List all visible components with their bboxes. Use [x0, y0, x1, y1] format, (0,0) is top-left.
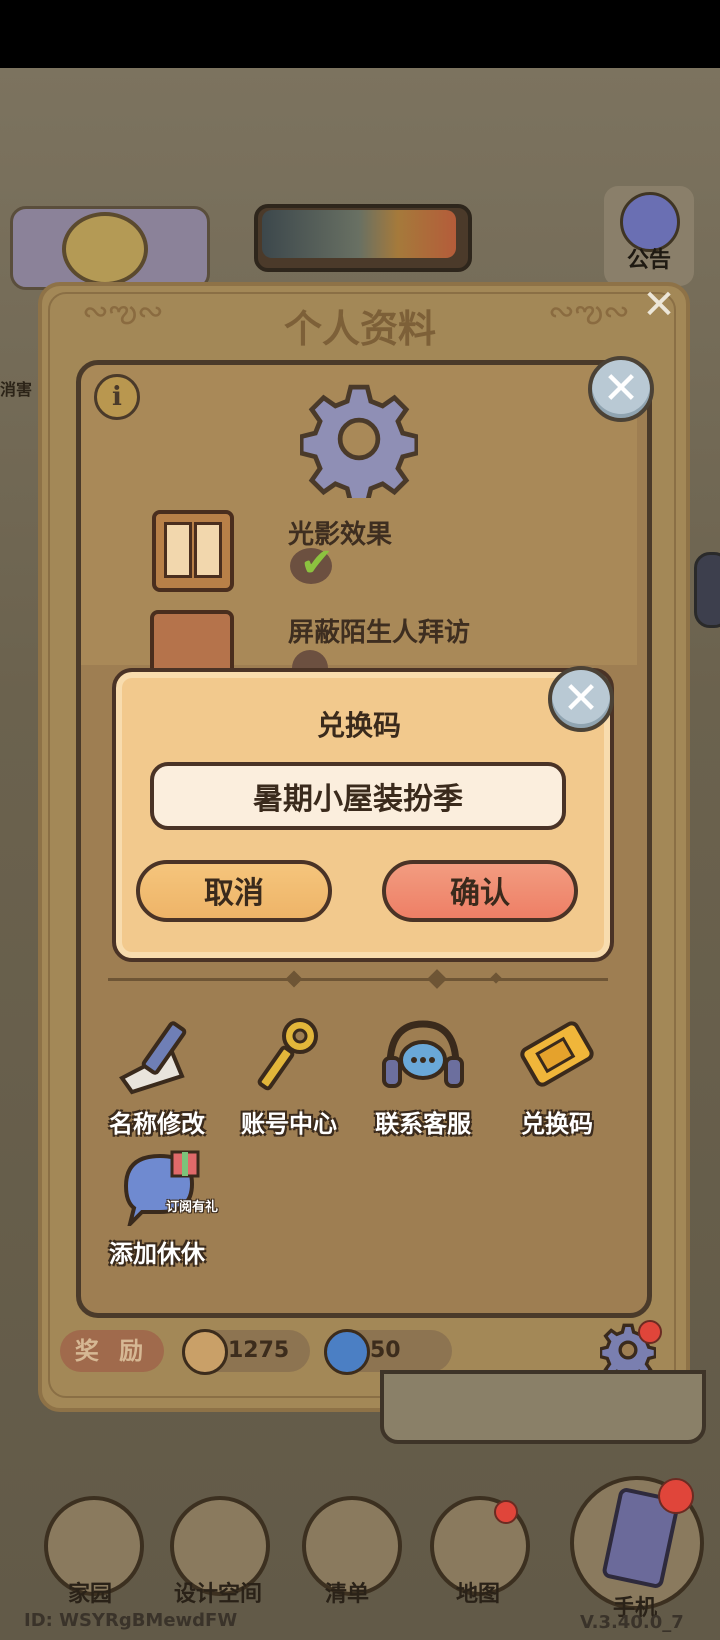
version-text: V.3.40.0_7: [580, 1612, 684, 1633]
redeem-code-input[interactable]: 暑期小屋装扮季: [150, 762, 566, 830]
rename-button[interactable]: 名称修改: [92, 1016, 222, 1139]
redeem-code-button[interactable]: 兑换码: [492, 1016, 622, 1139]
key-icon: [257, 1018, 318, 1091]
confirm-button[interactable]: 确认: [382, 860, 578, 922]
account-center-button[interactable]: 账号中心: [224, 1016, 354, 1139]
dialog-title: 兑换码: [316, 709, 401, 742]
event-banner-image: [262, 210, 456, 258]
notification-dot: [638, 1320, 662, 1344]
subscribe-gift-badge: 订阅有礼: [166, 1200, 219, 1215]
nav-map-label: 地图: [455, 1582, 500, 1607]
profile-close-icon[interactable]: ✕: [640, 285, 678, 325]
map-notification-dot: [494, 1500, 518, 1524]
gem-amount: 50: [370, 1338, 401, 1363]
light-switch-icon: [152, 510, 234, 592]
setting-label-block-visitors: 屏蔽陌生人拜访: [288, 618, 471, 648]
redeem-code-label: 兑换码: [521, 1110, 593, 1138]
swirl-gem-icon: [324, 1329, 370, 1375]
rename-label: 名称修改: [109, 1110, 205, 1138]
settings-close-button[interactable]: ✕: [588, 356, 654, 422]
info-icon[interactable]: i: [94, 374, 140, 420]
side-widget[interactable]: [694, 552, 720, 628]
speech-bubble: [380, 1370, 706, 1444]
divider: [108, 978, 608, 981]
add-friend-button[interactable]: 订阅有礼 添加休休: [92, 1146, 222, 1269]
contact-support-button[interactable]: 联系客服: [358, 1016, 488, 1139]
side-hint-label: 消害: [0, 380, 33, 399]
notice-label: 公告: [626, 248, 671, 273]
pencil-icon: [119, 1021, 187, 1095]
nav-design-label: 设计空间: [173, 1582, 262, 1607]
phone-notification-dot: [658, 1478, 694, 1514]
player-id: ID: WSYRgBMewdFW: [24, 1610, 238, 1631]
coin-icon: [182, 1329, 228, 1375]
reward-button[interactable]: 奖 励: [60, 1330, 164, 1372]
coin-amount: 1275: [228, 1338, 290, 1363]
account-center-label: 账号中心: [241, 1110, 337, 1138]
clock-icon: [62, 212, 148, 286]
nav-list-label: 清单: [324, 1582, 369, 1607]
headset-icon: [382, 1020, 464, 1088]
gear-icon: [300, 384, 418, 498]
contact-support-label: 联系客服: [375, 1110, 471, 1138]
cancel-button[interactable]: 取消: [136, 860, 332, 922]
nav-home-label: 家园: [67, 1582, 112, 1607]
ticket-icon: [520, 1021, 594, 1087]
add-friend-label: 添加休休: [109, 1240, 205, 1268]
status-bar: [0, 0, 720, 68]
profile-title: 个人资料: [283, 307, 436, 351]
checkmark-icon: ✔: [300, 540, 334, 586]
